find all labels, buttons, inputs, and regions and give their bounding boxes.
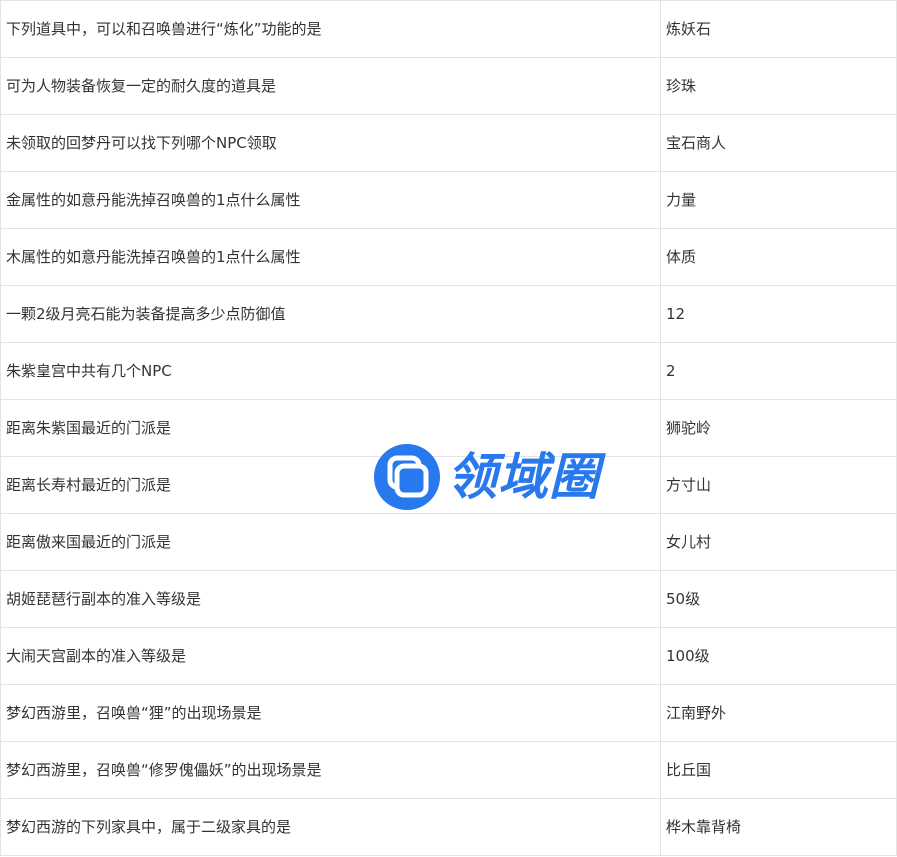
table-row: 大闹天宫副本的准入等级是 100级 xyxy=(0,627,897,685)
answer-cell: 比丘国 xyxy=(660,741,897,799)
table-row: 下列道具中，可以和召唤兽进行“炼化”功能的是 炼妖石 xyxy=(0,0,897,58)
question-cell: 梦幻西游里，召唤兽“狸”的出现场景是 xyxy=(0,684,661,742)
table-row: 梦幻西游里，召唤兽“修罗傀儡妖”的出现场景是 比丘国 xyxy=(0,741,897,799)
question-cell: 距离傲来国最近的门派是 xyxy=(0,513,661,571)
answer-cell: 力量 xyxy=(660,171,897,229)
table-row: 梦幻西游的下列家具中，属于二级家具的是 桦木靠背椅 xyxy=(0,798,897,856)
answer-cell: 体质 xyxy=(660,228,897,286)
question-cell: 胡姬琵琶行副本的准入等级是 xyxy=(0,570,661,628)
question-cell: 金属性的如意丹能洗掉召唤兽的1点什么属性 xyxy=(0,171,661,229)
table-row: 木属性的如意丹能洗掉召唤兽的1点什么属性 体质 xyxy=(0,228,897,286)
watermark: 领域圈 xyxy=(373,443,600,511)
answer-cell: 江南野外 xyxy=(660,684,897,742)
answer-cell: 方寸山 xyxy=(660,456,897,514)
question-cell: 一颗2级月亮石能为装备提高多少点防御值 xyxy=(0,285,661,343)
table-row: 金属性的如意丹能洗掉召唤兽的1点什么属性 力量 xyxy=(0,171,897,229)
question-cell: 梦幻西游里，召唤兽“修罗傀儡妖”的出现场景是 xyxy=(0,741,661,799)
table-row: 梦幻西游里，召唤兽“狸”的出现场景是 江南野外 xyxy=(0,684,897,742)
table-row: 未领取的回梦丹可以找下列哪个NPC领取 宝石商人 xyxy=(0,114,897,172)
answer-cell: 12 xyxy=(660,285,897,343)
table-row: 距离傲来国最近的门派是 女儿村 xyxy=(0,513,897,571)
watermark-text: 领域圈 xyxy=(447,448,600,506)
question-cell: 梦幻西游的下列家具中，属于二级家具的是 xyxy=(0,798,661,856)
qa-table: 下列道具中，可以和召唤兽进行“炼化”功能的是 炼妖石 可为人物装备恢复一定的耐久度的… xyxy=(0,0,897,856)
table-row: 可为人物装备恢复一定的耐久度的道具是 珍珠 xyxy=(0,57,897,115)
table-row: 一颗2级月亮石能为装备提高多少点防御值 12 xyxy=(0,285,897,343)
answer-cell: 宝石商人 xyxy=(660,114,897,172)
question-cell: 大闹天宫副本的准入等级是 xyxy=(0,627,661,685)
question-cell: 未领取的回梦丹可以找下列哪个NPC领取 xyxy=(0,114,661,172)
question-cell: 木属性的如意丹能洗掉召唤兽的1点什么属性 xyxy=(0,228,661,286)
table-row: 朱紫皇宫中共有几个NPC 2 xyxy=(0,342,897,400)
watermark-logo-icon xyxy=(374,444,440,510)
answer-cell: 50级 xyxy=(660,570,897,628)
answer-cell: 桦木靠背椅 xyxy=(660,798,897,856)
table-row: 胡姬琵琶行副本的准入等级是 50级 xyxy=(0,570,897,628)
answer-cell: 100级 xyxy=(660,627,897,685)
qa-table-body: 下列道具中，可以和召唤兽进行“炼化”功能的是 炼妖石 可为人物装备恢复一定的耐久度的… xyxy=(0,0,897,856)
answer-cell: 狮驼岭 xyxy=(660,399,897,457)
answer-cell: 珍珠 xyxy=(660,57,897,115)
answer-cell: 炼妖石 xyxy=(660,0,897,58)
question-cell: 下列道具中，可以和召唤兽进行“炼化”功能的是 xyxy=(0,0,661,58)
answer-cell: 女儿村 xyxy=(660,513,897,571)
answer-cell: 2 xyxy=(660,342,897,400)
question-cell: 朱紫皇宫中共有几个NPC xyxy=(0,342,661,400)
question-cell: 可为人物装备恢复一定的耐久度的道具是 xyxy=(0,57,661,115)
